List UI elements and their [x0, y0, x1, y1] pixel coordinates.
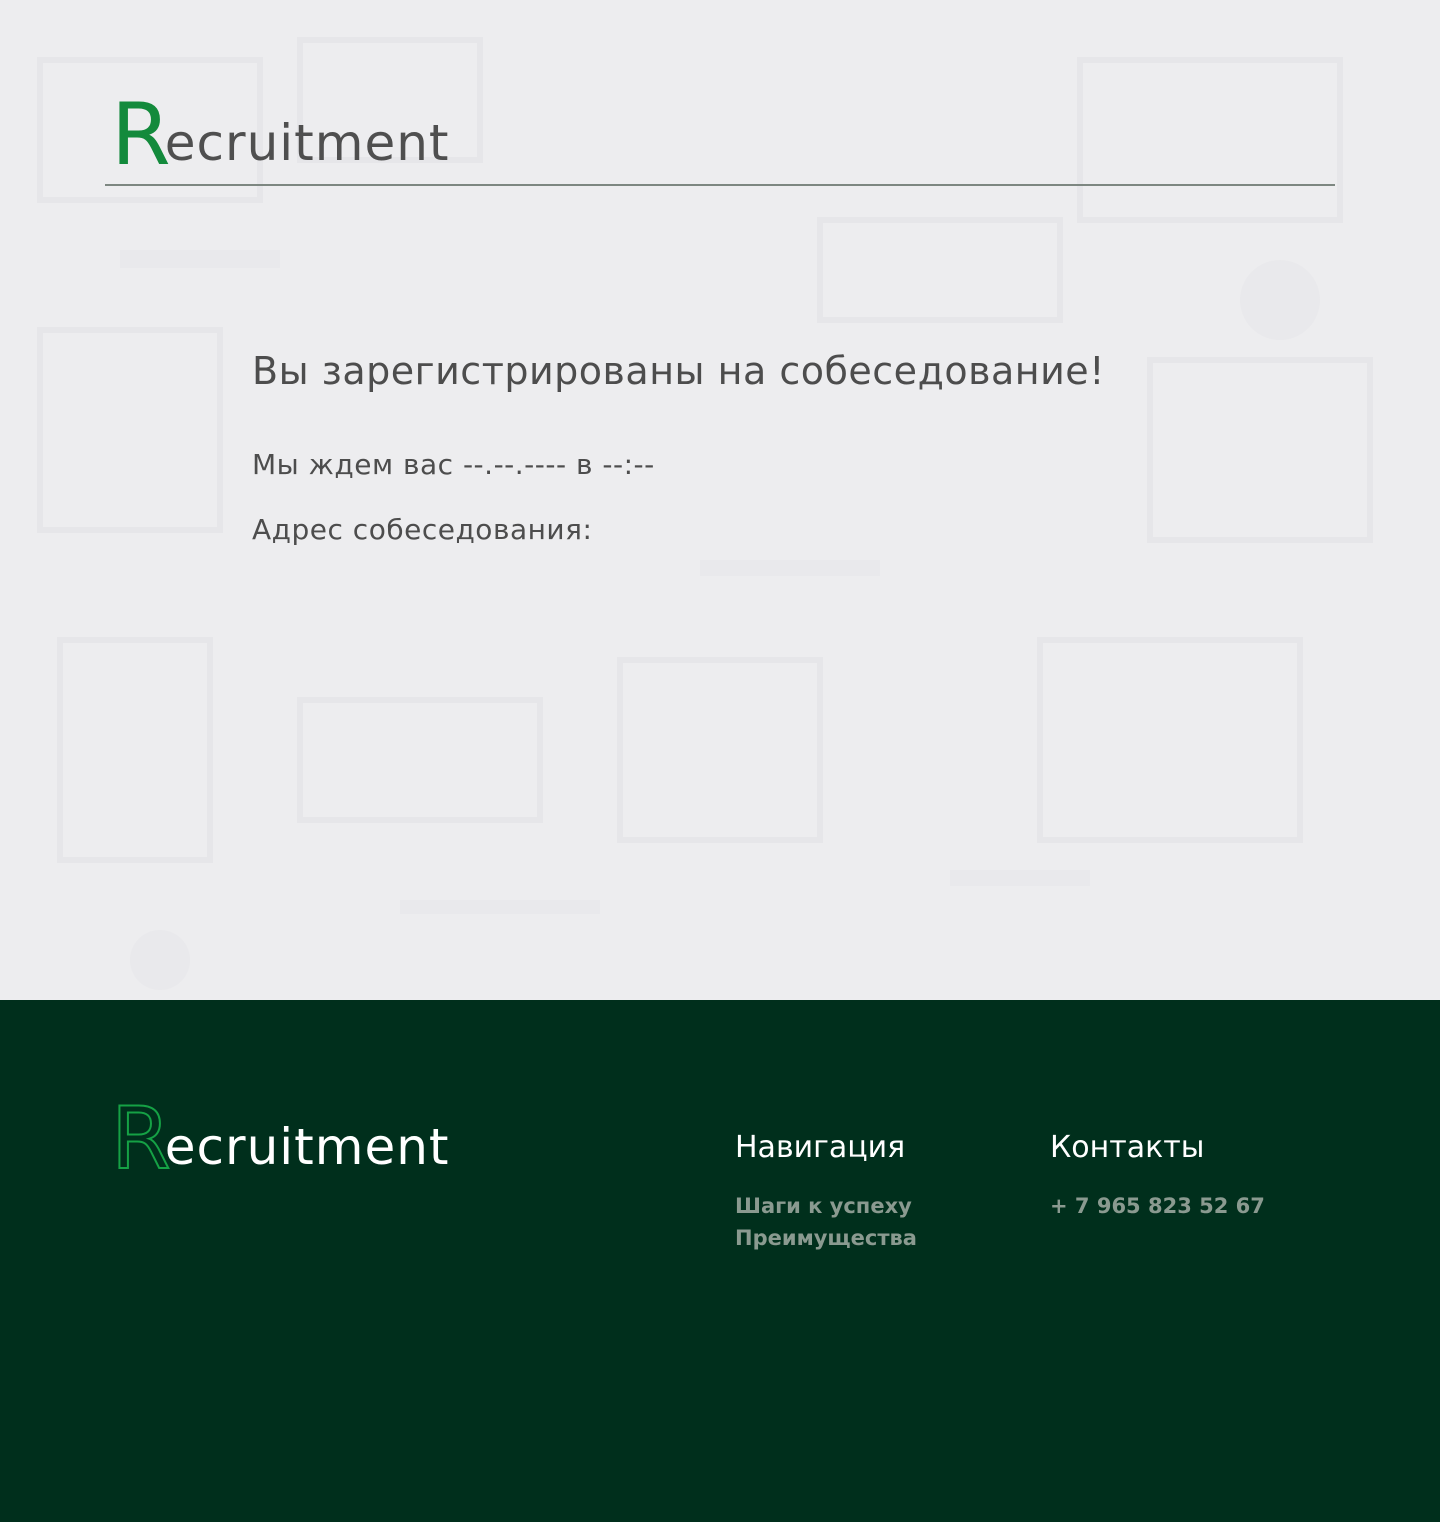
interview-address-label: Адрес собеседования:	[252, 513, 593, 546]
logo-text: ecruitment	[164, 114, 450, 172]
nav-link-advantages[interactable]: Преимущества	[735, 1222, 917, 1254]
main-section: R ecruitment Вы зарегистрированы на собе…	[0, 0, 1440, 1000]
contacts-heading: Контакты	[1050, 1130, 1205, 1165]
site-footer: R ecruitment Навигация Шаги к успеху Пре…	[0, 1000, 1440, 1522]
footer-navigation: Навигация Шаги к успеху Преимущества	[735, 1128, 917, 1254]
nav-link-steps-to-success[interactable]: Шаги к успеху	[735, 1190, 917, 1222]
footer-logo-text: ecruitment	[164, 1118, 450, 1176]
page-title: Вы зарегистрированы на собеседование!	[252, 349, 1105, 393]
phone-link[interactable]: + 7 965 823 52 67	[1050, 1190, 1265, 1222]
registration-confirmation: Вы зарегистрированы на собеседование! Мы…	[252, 345, 1252, 546]
footer-logo[interactable]: R ecruitment	[110, 1092, 450, 1183]
footer-contacts: Контакты + 7 965 823 52 67	[1050, 1128, 1265, 1222]
footer-logo-initial: R	[110, 1089, 172, 1189]
navigation-heading: Навигация	[735, 1130, 906, 1165]
interview-date-time: Мы ждем вас --.--.---- в --:--	[252, 448, 655, 481]
page: R ecruitment Вы зарегистрированы на собе…	[0, 0, 1440, 1522]
logo-initial: R	[111, 85, 171, 185]
site-header: R ecruitment	[105, 0, 1335, 186]
header-logo[interactable]: R ecruitment	[111, 84, 450, 178]
